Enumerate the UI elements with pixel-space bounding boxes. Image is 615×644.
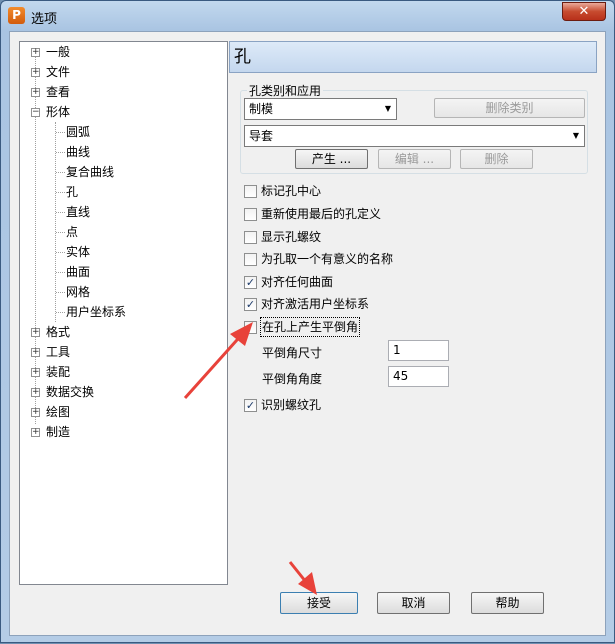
annotation-arrows xyxy=(183,322,317,595)
annotation-arrow-icon xyxy=(288,561,317,595)
options-dialog: P 选项 ✕ + 一般 + 文件 + 查看 − 形体 圆弧 曲线 复合曲线 孔 … xyxy=(0,0,615,643)
annotation-arrow-icon xyxy=(183,322,253,400)
